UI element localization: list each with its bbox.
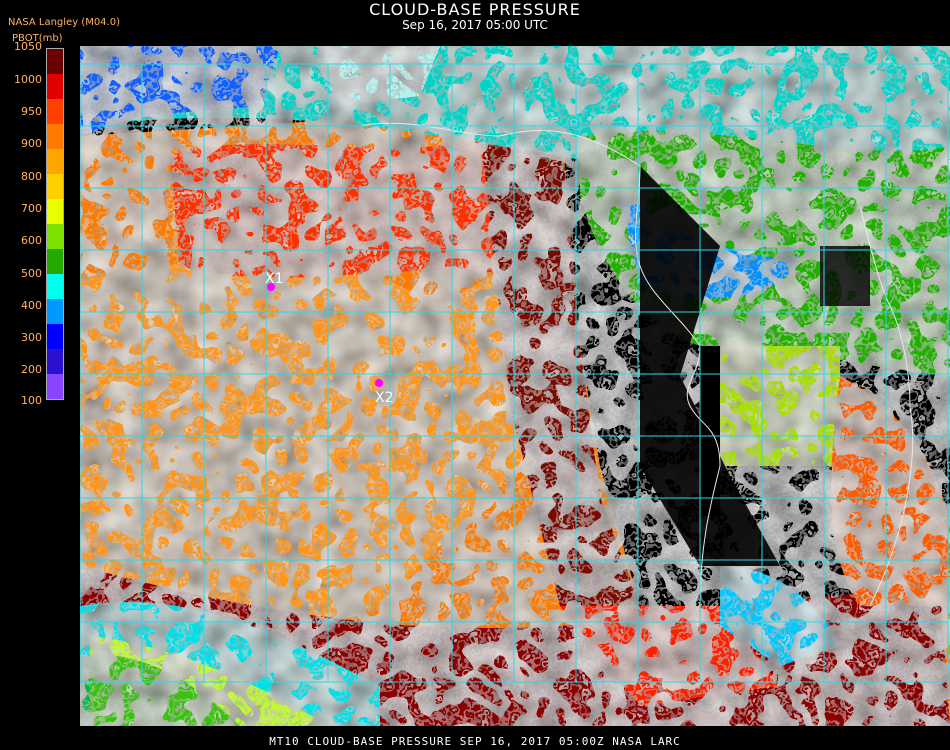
colorbar-swatch (47, 124, 63, 149)
marker-x2-dot (375, 379, 383, 387)
colorbar-swatch (47, 49, 63, 74)
scale-label-100: 100 (21, 394, 42, 407)
marker-x1-label: X1 (265, 271, 284, 287)
colorbar-swatch (47, 199, 63, 224)
scale-label-500: 500 (21, 267, 42, 280)
colorbar-swatch (47, 374, 63, 399)
scale-label-600: 600 (21, 234, 42, 247)
scale-label-1050: 1050 (14, 40, 42, 53)
colorbar-swatch (47, 174, 63, 199)
marker-x2-label: X2 (375, 390, 394, 406)
colorbar-swatch (47, 74, 63, 99)
colorbar-swatch (47, 224, 63, 249)
scale-label-800: 800 (21, 170, 42, 183)
scale-label-950: 950 (21, 105, 42, 118)
colorbar (46, 48, 64, 400)
colorbar-swatch (47, 349, 63, 374)
footer-caption: MT10 CLOUD-BASE PRESSURE SEP 16, 2017 05… (269, 735, 681, 748)
colorbar-swatch (47, 299, 63, 324)
colorbar-swatch (47, 324, 63, 349)
colorbar-swatch (47, 99, 63, 124)
scale-label-700: 700 (21, 202, 42, 215)
scale-label-900: 900 (21, 137, 42, 150)
clear-sky-patches (80, 46, 950, 726)
page-title: CLOUD-BASE PRESSURE (369, 0, 581, 19)
colorbar-swatch (47, 249, 63, 274)
scale-label-1000: 1000 (14, 73, 42, 86)
scale-label-300: 300 (21, 331, 42, 344)
scale-label-200: 200 (21, 363, 42, 376)
satellite-map[interactable]: X1 X2 (80, 46, 950, 726)
scale-label-400: 400 (21, 299, 42, 312)
colorbar-swatch (47, 149, 63, 174)
colorbar-swatch (47, 274, 63, 299)
page-subtitle: Sep 16, 2017 05:00 UTC (402, 18, 548, 32)
source-label: NASA Langley (M04.0) (8, 17, 120, 28)
